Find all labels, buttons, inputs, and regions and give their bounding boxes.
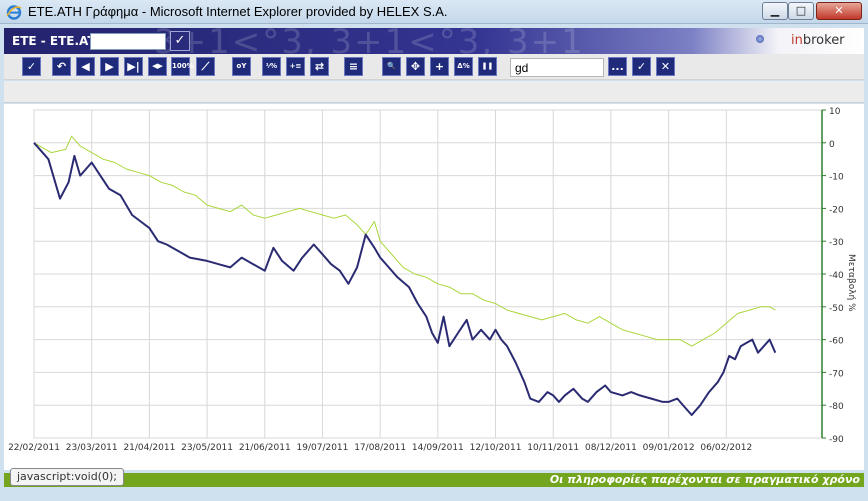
header-watermark: 3+1<°3, 3+1<°3, 3+1 bbox=[154, 28, 585, 54]
x-tick-label: 21/06/2011 bbox=[239, 443, 291, 453]
clear-compare-button[interactable]: ✕ bbox=[656, 57, 675, 76]
apply-compare-button[interactable]: ✓ bbox=[632, 57, 651, 76]
internet-explorer-icon bbox=[6, 5, 22, 20]
ticker-ok-button[interactable]: ✓ bbox=[170, 31, 190, 51]
brand-suffix: broker bbox=[802, 33, 845, 48]
y-tick-label: -60 bbox=[829, 337, 844, 347]
y-tick-label: -30 bbox=[829, 238, 844, 248]
maximize-button[interactable]: □ bbox=[788, 2, 814, 20]
x-tick-label: 17/08/2011 bbox=[354, 443, 406, 453]
x-tick-label: 22/02/2011 bbox=[8, 443, 60, 453]
undo-button[interactable]: ↶ bbox=[52, 57, 71, 76]
window-titlebar: ETE.ATH Γράφημα - Microsoft Internet Exp… bbox=[0, 0, 868, 24]
app-header: 3+1<°3, 3+1<°3, 3+1 ETE - ETE.ATH ✓ inbr… bbox=[4, 28, 864, 54]
y-axis-label: Μεταβολή % bbox=[846, 254, 856, 312]
chart-type-button[interactable]: ✓ bbox=[22, 57, 41, 76]
x-tick-label: 19/07/2011 bbox=[297, 443, 349, 453]
menu-button[interactable]: ≡ bbox=[344, 57, 363, 76]
percent-button[interactable]: ⅟% bbox=[262, 57, 281, 76]
chart-toolbar: ✓ ↶ ◀ ▶ ▶| ◀▶ 100% ⟋ oY ⅟% +≡ ⇄ ≡ 🔍 ✥ + … bbox=[4, 54, 864, 80]
y-tick-label: -20 bbox=[829, 205, 844, 215]
toolbar-strip bbox=[4, 81, 864, 103]
y-tick-label: 10 bbox=[829, 107, 841, 117]
pan-button[interactable]: ✥ bbox=[406, 57, 425, 76]
chart-panel[interactable]: 10 0 -10 -20 -30 -40 -50 -60 -70 -80 -90 22/02/2011… bbox=[4, 104, 864, 470]
y-tick-label: -40 bbox=[829, 271, 844, 281]
y-tick-label: -50 bbox=[829, 304, 844, 314]
window-title: ETE.ATH Γράφημα - Microsoft Internet Exp… bbox=[28, 4, 448, 19]
prev-button[interactable]: ◀ bbox=[76, 57, 95, 76]
line-chart-button[interactable]: ⟋ bbox=[196, 57, 215, 76]
brand-logo: inbroker bbox=[791, 33, 845, 48]
pause-button[interactable]: ❚❚ bbox=[478, 57, 497, 76]
crosshair-button[interactable]: + bbox=[430, 57, 449, 76]
x-tick-label: 23/05/2011 bbox=[181, 443, 233, 453]
close-button[interactable]: ✕ bbox=[816, 2, 862, 20]
next-button[interactable]: ▶ bbox=[100, 57, 119, 76]
brand-prefix: in bbox=[791, 33, 803, 48]
brand-logo-icon bbox=[756, 35, 764, 43]
y-tick-label: -90 bbox=[829, 435, 844, 445]
y-tick-label: -80 bbox=[829, 402, 844, 412]
compare-button[interactable]: ⇄ bbox=[310, 57, 329, 76]
add-indicator-button[interactable]: +≡ bbox=[286, 57, 305, 76]
y-tick-label: 0 bbox=[829, 140, 835, 150]
link-tooltip: javascript:void(0); bbox=[10, 468, 124, 486]
x-tick-label: 09/01/2012 bbox=[643, 443, 695, 453]
x-tick-label: 21/04/2011 bbox=[123, 443, 175, 453]
zoom-100-button[interactable]: 100% bbox=[171, 57, 194, 76]
realtime-notice: Οι πληροφορίες παρέχονται σε πραγματικό … bbox=[549, 473, 860, 486]
x-tick-label: 12/10/2011 bbox=[470, 443, 522, 453]
oy-button[interactable]: oY bbox=[232, 57, 251, 76]
y-tick-label: -10 bbox=[829, 173, 844, 183]
compare-symbol-input[interactable] bbox=[510, 58, 604, 77]
x-tick-label: 14/09/2011 bbox=[412, 443, 464, 453]
status-bar: Οι πληροφορίες παρέχονται σε πραγματικό … bbox=[4, 473, 864, 487]
ticker-input[interactable] bbox=[90, 33, 166, 50]
minimize-button[interactable]: ▁ bbox=[762, 2, 788, 20]
more-button[interactable]: ... bbox=[608, 57, 627, 76]
y-tick-label: -70 bbox=[829, 369, 844, 379]
x-tick-label: 06/02/2012 bbox=[700, 443, 752, 453]
price-chart[interactable]: 10 0 -10 -20 -30 -40 -50 -60 -70 -80 -90 22/02/2011… bbox=[4, 104, 864, 470]
zoom-button[interactable]: 🔍 bbox=[382, 57, 401, 76]
zoom-width-button[interactable]: ◀▶ bbox=[148, 57, 167, 76]
delta-percent-button[interactable]: Δ% bbox=[454, 57, 473, 76]
window-bottom-frame bbox=[0, 489, 868, 501]
x-tick-label: 08/12/2011 bbox=[585, 443, 637, 453]
x-tick-label: 23/03/2011 bbox=[66, 443, 118, 453]
end-button[interactable]: ▶| bbox=[124, 57, 143, 76]
x-tick-label: 10/11/2011 bbox=[527, 443, 579, 453]
